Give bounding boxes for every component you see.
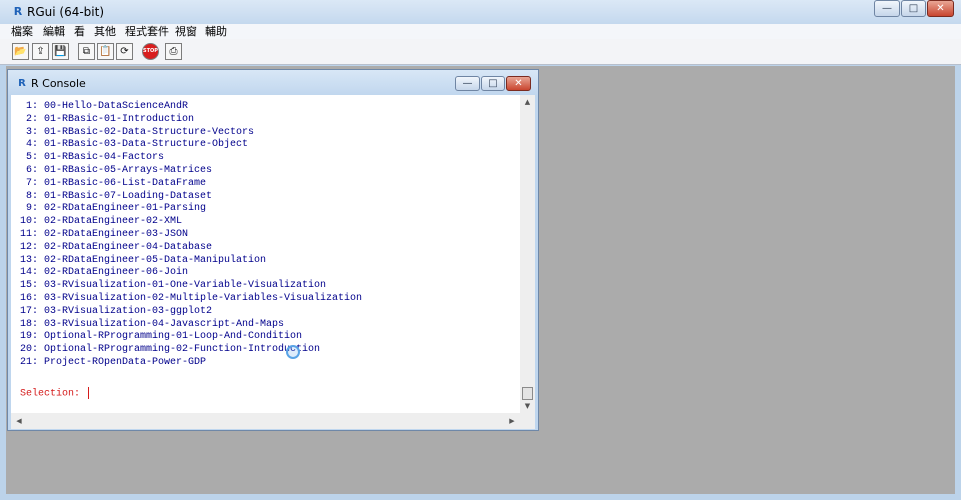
menu-option-line: 15: 03-RVisualization-01-One-Variable-Vi… <box>20 280 327 292</box>
load-icon[interactable]: ⇪ <box>32 43 49 60</box>
app-titlebar[interactable]: R RGui (64-bit) — □ ✕ <box>0 0 961 24</box>
menu-view[interactable]: 看 <box>74 25 85 38</box>
print-icon[interactable]: ⎙ <box>165 43 182 60</box>
menu-option-line: 19: Optional-RProgramming-01-Loop-And-Co… <box>20 331 303 343</box>
paste-icon[interactable]: 📋 <box>97 43 114 60</box>
console-titlebar[interactable]: R R Console — □ ✕ <box>8 70 538 96</box>
app-title: RGui (64-bit) <box>27 5 105 19</box>
menu-packages[interactable]: 程式套件 <box>125 25 169 38</box>
menu-option-line: 2: 01-RBasic-01-Introduction <box>20 113 195 125</box>
horizontal-scrollbar[interactable]: ◀ ▶ <box>11 413 520 429</box>
menu-option-line: 17: 03-RVisualization-03-ggplot2 <box>20 305 213 317</box>
menu-option-line: 9: 02-RDataEngineer-01-Parsing <box>20 203 207 215</box>
console-close-button[interactable]: ✕ <box>506 76 531 91</box>
scroll-left-icon[interactable]: ◀ <box>13 413 25 429</box>
menu-option-line: 12: 02-RDataEngineer-04-Database <box>20 241 213 253</box>
app-close-button[interactable]: ✕ <box>927 0 954 17</box>
menu-option-line: 8: 01-RBasic-07-Loading-Dataset <box>20 190 213 202</box>
menu-option-line: 13: 02-RDataEngineer-05-Data-Manipulatio… <box>20 254 267 266</box>
console-output-area[interactable]: 1: 00-Hello-DataScienceAndR 2: 01-RBasic… <box>11 95 535 429</box>
stop-icon[interactable]: STOP <box>142 43 159 60</box>
r-logo-icon: R <box>13 5 23 18</box>
scroll-right-icon[interactable]: ▶ <box>506 413 518 429</box>
menu-option-line: 5: 01-RBasic-04-Factors <box>20 152 165 164</box>
console-maximize-button[interactable]: □ <box>481 76 505 91</box>
menu-option-line: 3: 01-RBasic-02-Data-Structure-Vectors <box>20 126 255 138</box>
menu-option-line: 1: 00-Hello-DataScienceAndR <box>20 101 189 112</box>
menu-option-line: 10: 02-RDataEngineer-02-XML <box>20 216 183 228</box>
prompt-label: Selection: <box>20 388 87 400</box>
menu-option-line: 21: Project-ROpenData-Power-GDP <box>20 356 207 368</box>
console-output-list: 1: 00-Hello-DataScienceAndR 2: 01-RBasic… <box>20 101 520 370</box>
menu-option-line: 18: 03-RVisualization-04-Javascript-And-… <box>20 318 285 330</box>
menu-option-line: 4: 01-RBasic-03-Data-Structure-Object <box>20 139 249 151</box>
folder-open-icon[interactable]: 📂 <box>12 43 29 60</box>
refresh-icon[interactable]: ⟳ <box>116 43 133 60</box>
scroll-down-icon[interactable]: ▼ <box>520 399 535 413</box>
r-console-window: R R Console — □ ✕ 1: 00-Hello-DataScienc… <box>7 69 539 431</box>
scroll-up-icon[interactable]: ▲ <box>520 95 535 109</box>
busy-cursor-icon <box>286 345 300 359</box>
menu-misc[interactable]: 其他 <box>94 25 116 38</box>
app-maximize-button[interactable]: □ <box>901 0 926 17</box>
menu-option-line: 14: 02-RDataEngineer-06-Join <box>20 267 189 279</box>
rgui-main-window: R RGui (64-bit) — □ ✕ 檔案 編輯 看 其他 程式套件 視窗… <box>0 0 961 500</box>
menu-option-line: 20: Optional-RProgramming-02-Function-In… <box>20 344 321 356</box>
menu-option-line: 6: 01-RBasic-05-Arrays-Matrices <box>20 164 213 176</box>
menu-option-line: 11: 02-RDataEngineer-03-JSON <box>20 228 189 240</box>
resize-grip-icon[interactable] <box>520 413 535 429</box>
floppy-icon[interactable]: 💾 <box>52 43 69 60</box>
menu-option-line: 7: 01-RBasic-06-List-DataFrame <box>20 177 207 189</box>
console-title: R Console <box>31 77 86 90</box>
console-minimize-button[interactable]: — <box>455 76 480 91</box>
menu-option-line: 16: 03-RVisualization-02-Multiple-Variab… <box>20 292 363 304</box>
copy-icon[interactable]: ⧉ <box>78 43 95 60</box>
menu-edit[interactable]: 編輯 <box>43 25 65 38</box>
text-caret <box>88 387 90 399</box>
r-logo-icon: R <box>18 78 26 89</box>
menu-windows[interactable]: 視窗 <box>175 25 197 38</box>
menu-file[interactable]: 檔案 <box>11 25 33 38</box>
selection-prompt[interactable]: Selection: <box>20 387 90 401</box>
vertical-scrollbar[interactable]: ▲ ▼ <box>520 95 535 413</box>
menu-bar: 檔案 編輯 看 其他 程式套件 視窗 輔助 <box>0 24 961 39</box>
app-minimize-button[interactable]: — <box>874 0 900 17</box>
toolbar: 📂 ⇪ 💾 ⧉ 📋 ⟳ STOP ⎙ <box>0 39 961 65</box>
menu-help[interactable]: 輔助 <box>205 25 227 38</box>
